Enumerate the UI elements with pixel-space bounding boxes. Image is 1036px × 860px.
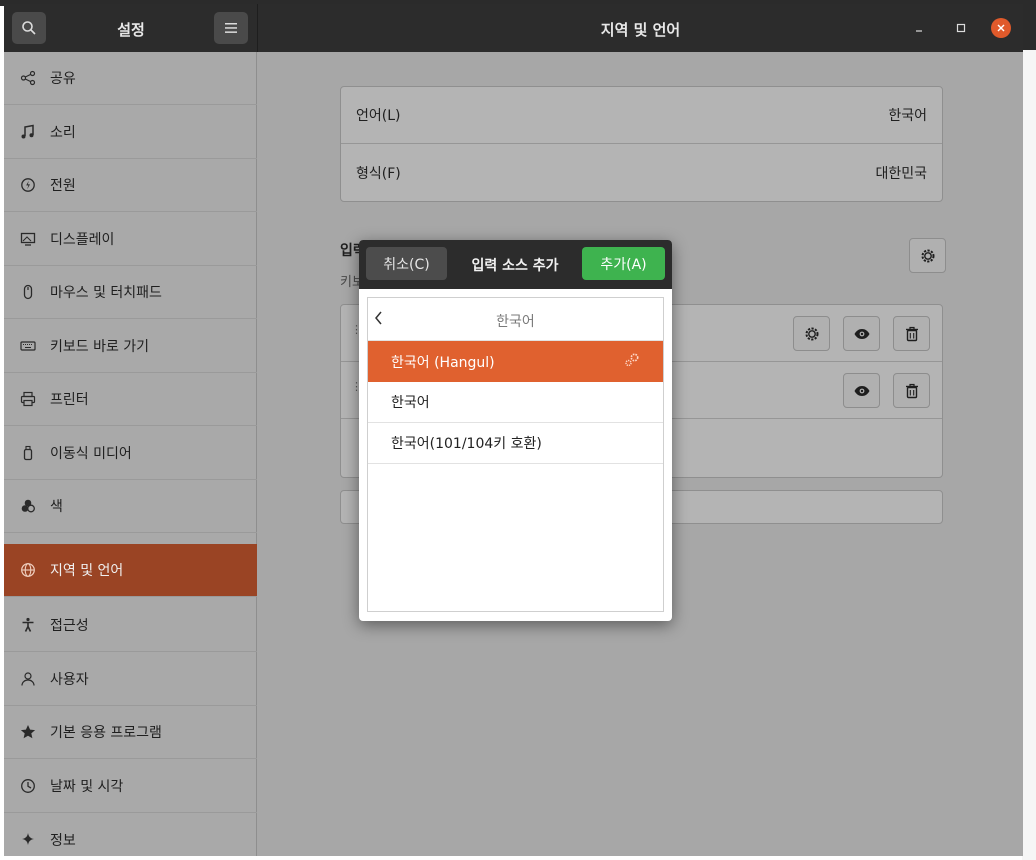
gears-icon[interactable] [623, 352, 641, 372]
settings-title: 설정 [117, 21, 145, 39]
sidebar-item-accessibility[interactable]: 접근성 [4, 599, 257, 652]
formats-value: 대한민국 [875, 165, 927, 182]
input-source-settings-button[interactable] [793, 316, 830, 351]
hamburger-icon [225, 23, 237, 33]
input-source-remove-button[interactable] [893, 316, 930, 351]
sidebar-item-label: 디스플레이 [50, 232, 115, 248]
language-formats-card: 언어(L) 한국어 형식(F) 대한민국 [340, 86, 943, 202]
sidebar-item-display[interactable]: 디스플레이 [4, 213, 257, 266]
users-icon [18, 669, 38, 689]
gear-icon [921, 249, 934, 262]
input-source-preview-button[interactable] [843, 316, 880, 351]
sidebar-item-color[interactable]: 색 [4, 480, 257, 533]
sidebar-item-sound[interactable]: 소리 [4, 106, 257, 159]
share-icon [18, 68, 38, 88]
list-item-korean-101-104[interactable]: 한국어(101/104키 호환) [368, 423, 663, 464]
power-icon [18, 175, 38, 195]
sidebar-item-label: 날짜 및 시각 [50, 779, 124, 795]
sidebar-item-label: 이동식 미디어 [50, 446, 132, 462]
input-source-preview-button[interactable] [843, 373, 880, 408]
formats-row[interactable]: 형식(F) 대한민국 [341, 144, 942, 201]
printer-icon [18, 389, 38, 409]
maximize-button[interactable] [951, 18, 971, 38]
color-icon [18, 496, 38, 516]
sidebar-item-label: 마우스 및 터치패드 [50, 285, 162, 301]
sidebar-item-power[interactable]: 전원 [4, 159, 257, 212]
star-icon [18, 722, 38, 742]
dialog-title: 입력 소스 추가 [471, 258, 559, 274]
menu-button[interactable] [214, 12, 248, 44]
search-icon [22, 21, 36, 35]
language-row[interactable]: 언어(L) 한국어 [341, 87, 942, 144]
list-item-label: 한국어 [391, 395, 430, 411]
sidebar-item-label: 전원 [50, 178, 76, 194]
add-button[interactable]: 추가(A) [582, 247, 665, 280]
keyboard-icon [18, 336, 38, 356]
language-label: 언어(L) [356, 108, 401, 124]
back-row-label: 한국어 [496, 314, 535, 330]
mouse-icon [18, 282, 38, 302]
header-bar: 설정 지역 및 언어 [4, 4, 1023, 52]
clock-icon [18, 776, 38, 796]
sidebar: 공유 소리 전원 디스플레이 마우스 및 터치패드 키보드 바로 가기 프린터 [4, 52, 257, 856]
maximize-icon [956, 23, 966, 33]
removable-media-icon [18, 443, 38, 463]
header-left-pane: 설정 [4, 4, 258, 52]
add-input-source-dialog: 취소(C) 입력 소스 추가 추가(A) 한국어 한국어 (Hangul) 한국… [359, 240, 672, 621]
sidebar-item-label: 공유 [50, 71, 76, 87]
trash-icon [905, 383, 918, 398]
display-icon [18, 229, 38, 249]
list-item-label: 한국어 (Hangul) [391, 354, 495, 371]
sidebar-item-about[interactable]: 정보 [4, 813, 257, 856]
sidebar-item-date-time[interactable]: 날짜 및 시각 [4, 760, 257, 813]
globe-icon [18, 560, 38, 580]
eye-icon [854, 385, 869, 396]
minimize-button[interactable] [909, 18, 929, 38]
sidebar-item-mouse-touchpad[interactable]: 마우스 및 터치패드 [4, 266, 257, 319]
sidebar-item-label: 지역 및 언어 [50, 563, 124, 579]
list-item-korean-hangul[interactable]: 한국어 (Hangul) [368, 341, 663, 382]
sidebar-item-keyboard-shortcuts[interactable]: 키보드 바로 가기 [4, 320, 257, 373]
accessibility-icon [18, 615, 38, 635]
minimize-icon [916, 30, 922, 32]
list-item-label: 한국어(101/104키 호환) [391, 436, 542, 452]
sidebar-item-label: 색 [50, 499, 63, 515]
language-value: 한국어 [888, 108, 927, 124]
sidebar-item-sharing[interactable]: 공유 [4, 52, 257, 105]
sparkle-icon [18, 830, 38, 850]
input-source-list: 한국어 한국어 (Hangul) 한국어 한국어(101/104키 호환) [367, 297, 664, 612]
formats-label: 형식(F) [356, 165, 401, 182]
music-note-icon [18, 122, 38, 142]
close-button[interactable] [991, 18, 1011, 38]
gear-icon [805, 327, 818, 340]
search-button[interactable] [12, 12, 46, 44]
sidebar-item-label: 소리 [50, 125, 76, 141]
sidebar-item-removable-media[interactable]: 이동식 미디어 [4, 427, 257, 480]
trash-icon [905, 326, 918, 341]
sidebar-item-label: 접근성 [50, 618, 89, 634]
sidebar-item-label: 키보드 바로 가기 [50, 339, 150, 355]
sidebar-item-default-applications[interactable]: 기본 응용 프로그램 [4, 706, 257, 759]
background-window-edge [1022, 0, 1036, 860]
close-icon [997, 24, 1005, 32]
sidebar-item-printers[interactable]: 프린터 [4, 373, 257, 426]
sidebar-item-label: 사용자 [50, 672, 89, 688]
input-options-button[interactable] [909, 238, 946, 273]
back-row[interactable]: 한국어 [368, 298, 663, 341]
cancel-button[interactable]: 취소(C) [366, 247, 447, 280]
dialog-header: 취소(C) 입력 소스 추가 추가(A) [359, 240, 672, 289]
sidebar-item-users[interactable]: 사용자 [4, 653, 257, 706]
sidebar-item-region-language[interactable]: 지역 및 언어 [4, 544, 257, 597]
input-source-remove-button[interactable] [893, 373, 930, 408]
list-item-korean[interactable]: 한국어 [368, 382, 663, 423]
sidebar-item-label: 프린터 [50, 392, 89, 408]
sidebar-item-label: 기본 응용 프로그램 [50, 725, 162, 741]
sidebar-item-label: 정보 [50, 832, 76, 849]
eye-icon [854, 328, 869, 339]
